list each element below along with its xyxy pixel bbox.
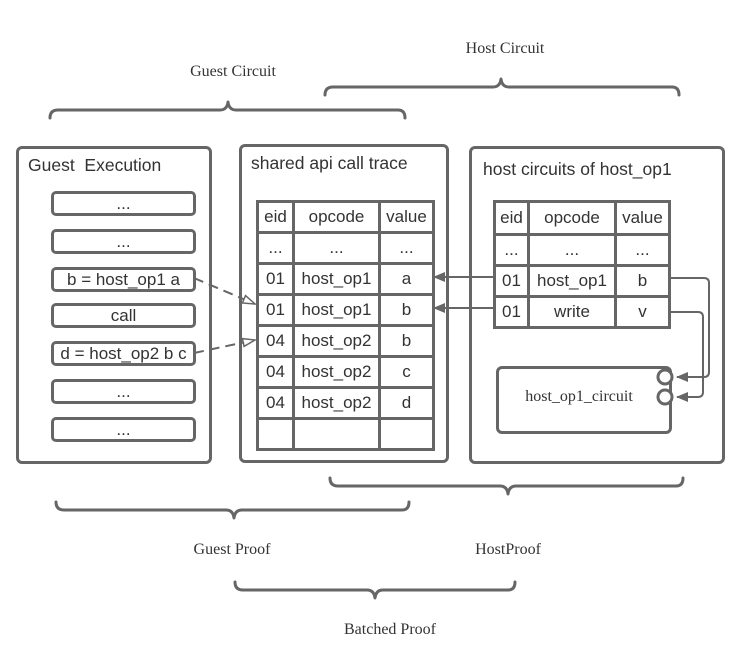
host-proof-brace xyxy=(328,476,685,496)
guest-proof-brace xyxy=(54,500,411,520)
guest-circuit-brace xyxy=(48,100,407,120)
connector-host-op1-to-trace xyxy=(193,277,255,304)
connector-host-op2-to-trace xyxy=(193,340,255,354)
connector-value-v-to-port xyxy=(668,311,704,402)
diagram-overlay xyxy=(48,77,710,600)
circuit-port-2 xyxy=(656,388,674,406)
batched-proof-brace xyxy=(233,580,517,600)
circuit-port-1 xyxy=(656,368,674,386)
host-circuit-brace xyxy=(323,77,681,97)
